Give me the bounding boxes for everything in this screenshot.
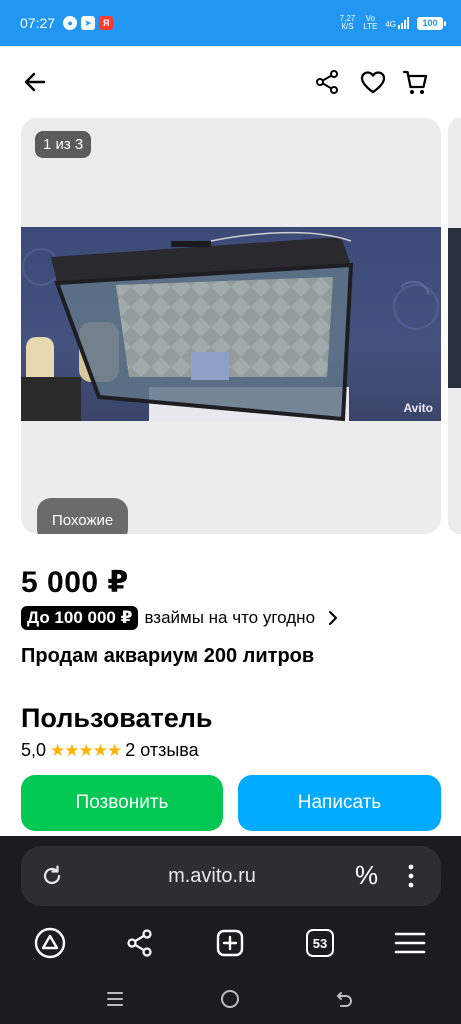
seller-rating[interactable]: 5,0 ★★★★★ 2 отзыва	[21, 740, 199, 761]
alice-button[interactable]	[33, 926, 67, 960]
top-nav	[0, 55, 461, 111]
share-icon	[127, 929, 152, 957]
home-circle-icon	[221, 990, 239, 1008]
share-icon	[316, 70, 338, 94]
recents-icon	[107, 992, 123, 1006]
recents-button[interactable]	[100, 984, 130, 1014]
percent-icon[interactable]: %	[355, 860, 378, 891]
net-speed: 7,27 К/S	[340, 15, 356, 31]
address-bar[interactable]: m.avito.ru %	[21, 846, 441, 906]
credit-text: взаймы на что угодно	[144, 608, 316, 627]
browser-bottom-panel: m.avito.ru % 53	[0, 836, 461, 1024]
rating-stars: ★★★★★	[50, 740, 122, 760]
back-arrow-icon	[337, 992, 352, 1007]
new-tab-button[interactable]	[213, 926, 247, 960]
status-time: 07:27	[20, 15, 56, 31]
chevron-right-icon	[329, 611, 338, 625]
heart-outline-icon	[360, 71, 386, 94]
more-menu-icon[interactable]	[401, 862, 421, 890]
home-button[interactable]	[215, 984, 245, 1014]
cart-icon	[402, 70, 428, 94]
plus-square-icon	[216, 929, 244, 957]
cart-button[interactable]	[398, 65, 432, 99]
credit-offer[interactable]: До 100 000 ₽ взаймы на что угодно	[21, 606, 339, 630]
status-bar: 07:27 ● ➤ Я 7,27 К/S Vo LTE 4G 100	[0, 0, 461, 46]
favorite-button[interactable]	[356, 65, 390, 99]
url-text[interactable]: m.avito.ru	[21, 865, 403, 888]
write-button[interactable]: Написать	[238, 775, 441, 831]
status-indicators: 7,27 К/S Vo LTE 4G 100	[340, 15, 446, 31]
network-type: 4G	[385, 20, 396, 29]
next-photo-peek[interactable]	[448, 118, 461, 534]
tabs-count: 53	[306, 929, 334, 957]
yandex-icon: Я	[99, 16, 114, 30]
photo-gallery[interactable]: Avito 1 из 3 Похожие	[21, 118, 441, 534]
system-navigation	[0, 984, 461, 1014]
back-button[interactable]	[18, 65, 52, 99]
price: 5 000 ₽	[21, 566, 129, 599]
reviews-link[interactable]: 2 отзыва	[125, 740, 198, 761]
hamburger-icon	[394, 932, 426, 954]
alice-icon	[34, 927, 66, 959]
credit-badge: До 100 000 ₽	[21, 606, 139, 630]
seller-name[interactable]: Пользователь	[21, 703, 212, 734]
browser-menu-button[interactable]	[393, 926, 427, 960]
signal-icon	[398, 17, 409, 29]
share-button[interactable]	[310, 65, 344, 99]
call-button[interactable]: Позвонить	[21, 775, 223, 831]
avito-watermark: Avito	[403, 401, 433, 415]
tabs-button[interactable]: 53	[303, 926, 337, 960]
aquarium-image	[21, 231, 439, 421]
net-speed-unit: К/S	[341, 22, 354, 31]
battery-level: 100	[422, 18, 438, 28]
chat-bubble-icon: ●	[63, 16, 78, 30]
battery-icon: 100	[417, 16, 446, 30]
arrow-left-icon	[24, 72, 46, 92]
signal-group: 4G	[385, 17, 409, 29]
rating-value: 5,0	[21, 740, 47, 760]
share-page-button[interactable]	[123, 926, 157, 960]
similar-button[interactable]: Похожие	[37, 498, 129, 534]
back-system-button[interactable]	[330, 984, 360, 1014]
listing-photo[interactable]: Avito	[21, 227, 441, 421]
listing-title: Продам аквариум 200 литров	[21, 645, 315, 667]
browser-toolbar: 53	[0, 926, 461, 972]
photo-counter: 1 из 3	[35, 131, 92, 158]
volte-indicator: Vo LTE	[363, 15, 377, 31]
volte-bottom: LTE	[363, 22, 378, 31]
notification-icons: ● ➤ Я	[63, 16, 114, 30]
telegram-icon: ➤	[81, 16, 96, 30]
